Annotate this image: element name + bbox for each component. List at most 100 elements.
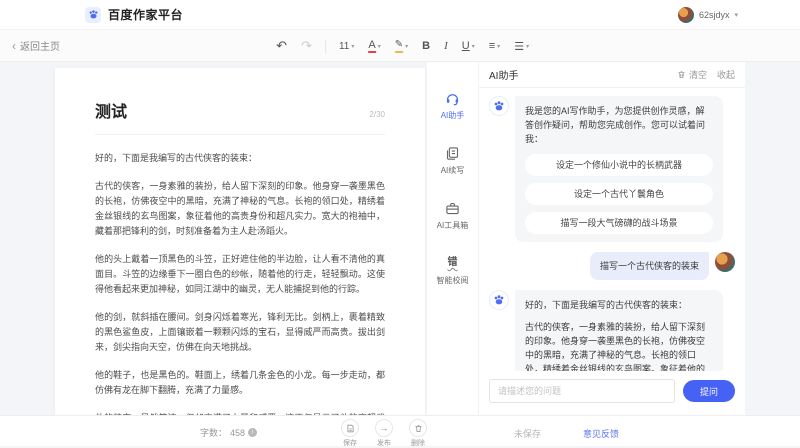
collapse-label: 收起 — [717, 68, 735, 81]
chevron-down-icon: ▾ — [378, 43, 381, 50]
sidebar-item-smart-proofread[interactable]: 错 智能校阅 — [437, 255, 469, 286]
arrow-glyph: → — [380, 424, 389, 433]
save-label: 保存 — [343, 438, 357, 448]
top-header: 百度作家平台 62sjdyx ▾ — [0, 0, 800, 30]
word-count-label: 字数： — [200, 426, 227, 439]
trash-icon — [409, 419, 427, 437]
chevron-down-icon: ▾ — [405, 43, 408, 50]
highlight-color-button[interactable]: ✎▾ — [390, 37, 413, 55]
welcome-text: 我是您的AI写作助手，为您提供创作灵感，解答创作疑问，帮助您完成创作。您可以试着… — [525, 106, 705, 144]
chat-input-row: 提问 — [479, 371, 745, 415]
bot-avatar — [489, 290, 509, 310]
sidebar-item-ai-continue[interactable]: AI续写 — [441, 145, 465, 176]
align-button[interactable]: ≡▾ — [484, 38, 505, 54]
user-avatar — [715, 252, 735, 272]
save-icon — [341, 419, 359, 437]
document-copy-icon — [445, 145, 461, 161]
underline-button[interactable]: U▾ — [457, 38, 480, 54]
reply-paragraph: 好的，下面是我编写的古代侠客的装束： — [525, 298, 713, 312]
suggestion-chip[interactable]: 设定一个修仙小说中的长柄武器 — [525, 154, 713, 176]
word-count-value: 458 — [230, 428, 245, 438]
document-title[interactable]: 测试 — [95, 98, 127, 122]
italic-icon: I — [444, 40, 448, 52]
chevron-down-icon: ▾ — [472, 43, 475, 50]
back-home-label: 返回主页 — [20, 38, 60, 53]
publish-button[interactable]: → 发布 — [375, 419, 393, 448]
ai-panel-header: AI助手 清空 收起 — [479, 62, 745, 88]
suggestion-list: 设定一个修仙小说中的长柄武器 设定一个古代丫鬟角色 描写一段大气磅礴的战斗场景 — [525, 154, 713, 234]
clear-chat-label: 清空 — [689, 68, 707, 81]
underline-icon: U — [462, 40, 470, 52]
sidebar-item-label: AI续写 — [441, 165, 465, 176]
proofread-glyph: 错 — [448, 258, 458, 268]
page-indicator: 2/30 — [369, 110, 385, 119]
chat-message-bot: 我是您的AI写作助手，为您提供创作灵感，解答创作疑问，帮助您完成创作。您可以试着… — [489, 96, 735, 242]
chevron-left-icon: ‹ — [12, 40, 16, 52]
headset-icon — [445, 90, 461, 106]
sidebar-item-ai-toolbox[interactable]: AI工具箱 — [437, 200, 469, 231]
delete-label: 删除 — [411, 438, 425, 448]
chat-area: 我是您的AI写作助手，为您提供创作灵感，解答创作疑问，帮助您完成创作。您可以试着… — [479, 88, 745, 371]
back-home-button[interactable]: ‹ 返回主页 — [12, 38, 60, 53]
question-input[interactable] — [489, 379, 675, 403]
sidebar-item-ai-assistant[interactable]: AI助手 — [441, 90, 465, 121]
sidebar-item-label: AI工具箱 — [437, 220, 469, 231]
trash-icon — [677, 70, 686, 79]
document-title-row: 测试 2/30 — [95, 98, 385, 135]
paragraph[interactable]: 好的，下面是我编写的古代侠客的装束： — [95, 151, 385, 166]
proofread-icon: 错 — [445, 255, 461, 271]
paragraph[interactable]: 他的头上戴着一顶黑色的斗笠，正好遮住他的半边脸，让人看不清他的真面目。斗笠的边缘… — [95, 252, 385, 297]
align-icon: ≡ — [489, 40, 495, 52]
user-avatar — [678, 7, 694, 23]
chevron-down-icon: ▾ — [351, 43, 354, 50]
info-icon: ! — [248, 428, 257, 437]
undo-button[interactable]: ↶ — [271, 36, 292, 56]
italic-button[interactable]: I — [439, 38, 453, 54]
bold-button[interactable]: B — [417, 38, 435, 54]
word-count: 字数：458 ! — [200, 426, 257, 439]
app-window: 百度作家平台 62sjdyx ▾ ‹ 返回主页 ↶ ↷ 11▾ A▾ ✎▾ B … — [0, 0, 800, 446]
bold-icon: B — [422, 40, 430, 52]
chat-message-bot: 好的，下面是我编写的古代侠客的装束： 古代的侠客，一身素雅的装扮，给人留下深刻的… — [489, 290, 735, 371]
suggestion-chip[interactable]: 描写一段大气磅礴的战斗场景 — [525, 212, 713, 234]
paragraph[interactable]: 古代的侠客，一身素雅的装扮，给人留下深刻的印象。他身穿一袭墨黑色的长袍，仿佛夜空… — [95, 179, 385, 239]
ask-button[interactable]: 提问 — [683, 380, 735, 402]
save-button[interactable]: 保存 — [341, 419, 359, 448]
save-status: 未保存 — [514, 427, 541, 440]
font-size-value: 11 — [339, 41, 349, 52]
chat-message-user: 描写一个古代侠客的装束 — [489, 252, 735, 280]
suggestion-chip[interactable]: 设定一个古代丫鬟角色 — [525, 183, 713, 205]
sidebar-item-label: AI助手 — [441, 110, 465, 121]
chevron-down-icon: ▾ — [497, 43, 500, 50]
document-editor[interactable]: 测试 2/30 好的，下面是我编写的古代侠客的装束： 古代的侠客，一身素雅的装扮… — [55, 68, 425, 415]
redo-icon: ↷ — [301, 38, 312, 54]
delete-button[interactable]: 删除 — [409, 419, 427, 448]
bot-message-bubble: 好的，下面是我编写的古代侠客的装束： 古代的侠客，一身素雅的装扮，给人留下深刻的… — [515, 290, 723, 371]
app-title: 百度作家平台 — [108, 6, 183, 23]
publish-label: 发布 — [377, 438, 391, 448]
divider — [325, 40, 326, 53]
ai-tools-sidebar: AI助手 AI续写 AI工具箱 错 智能校阅 — [427, 62, 479, 415]
clear-chat-button[interactable]: 清空 — [677, 68, 707, 81]
redo-button[interactable]: ↷ — [296, 36, 317, 56]
text-color-button[interactable]: A▾ — [363, 37, 385, 55]
sidebar-item-label: 智能校阅 — [437, 275, 469, 286]
feedback-link[interactable]: 意见反馈 — [583, 427, 619, 440]
collapse-panel-button[interactable]: 收起 — [717, 68, 735, 81]
reply-paragraph: 古代的侠客，一身素雅的装扮，给人留下深刻的印象。他身穿一袭墨黑色的长袍，仿佛夜空… — [525, 320, 713, 371]
paragraph[interactable]: 他的剑，就斜插在腰间。剑身闪烁着寒光，锋利无比。剑柄上，裹着精致的黑色鲨鱼皮，上… — [95, 310, 385, 355]
ai-panel-actions: 清空 收起 — [677, 68, 735, 81]
undo-icon: ↶ — [276, 38, 287, 54]
ai-assistant-panel: AI助手 清空 收起 — [479, 62, 745, 415]
font-size-select[interactable]: 11▾ — [334, 39, 359, 54]
toolbox-icon — [445, 200, 461, 216]
username: 62sjdyx — [699, 10, 730, 20]
paragraph[interactable]: 他的鞋子，也是黑色的。鞋面上，绣着几条金色的小龙。每一步走动，都仿佛有龙在脚下翻… — [95, 368, 385, 398]
list-button[interactable]: ☰▾ — [509, 38, 534, 55]
user-menu[interactable]: 62sjdyx ▾ — [678, 7, 738, 23]
highlight-icon: ✎ — [395, 39, 403, 53]
ai-panel-title: AI助手 — [489, 67, 518, 82]
main-area: 测试 2/30 好的，下面是我编写的古代侠客的装束： 古代的侠客，一身素雅的装扮… — [0, 62, 800, 415]
document-body[interactable]: 好的，下面是我编写的古代侠客的装束： 古代的侠客，一身素雅的装扮，给人留下深刻的… — [95, 151, 385, 415]
bot-message-bubble: 我是您的AI写作助手，为您提供创作灵感，解答创作疑问，帮助您完成创作。您可以试着… — [515, 96, 723, 242]
